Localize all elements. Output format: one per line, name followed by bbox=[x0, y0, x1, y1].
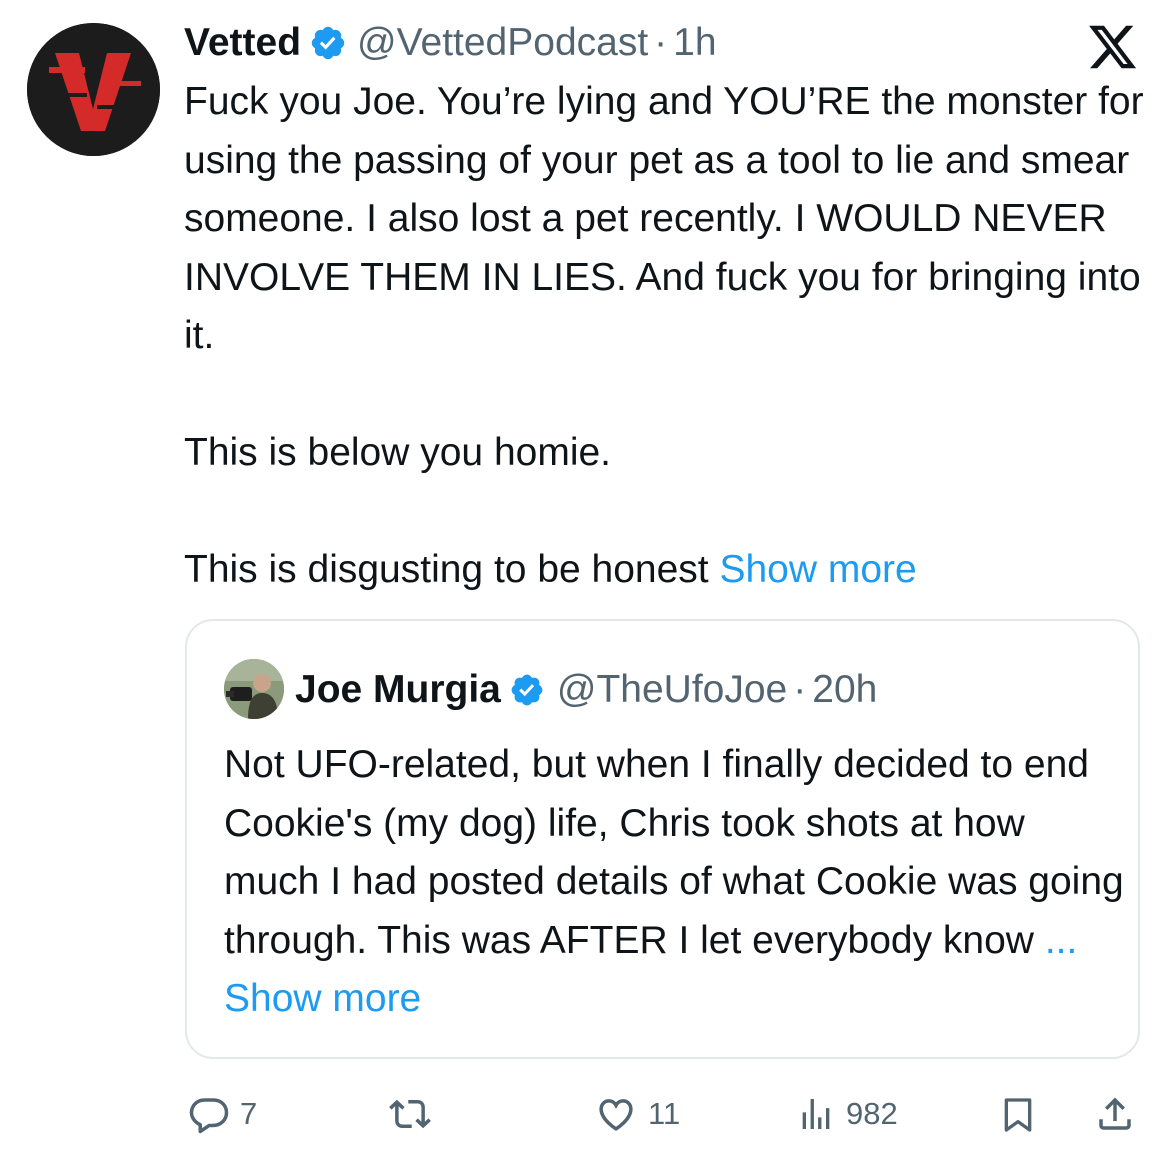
author-name[interactable]: Vetted bbox=[184, 18, 301, 68]
view-count: 982 bbox=[846, 1096, 898, 1131]
reply-button[interactable]: 7 bbox=[188, 1093, 257, 1135]
like-button[interactable]: 11 bbox=[594, 1093, 680, 1135]
quoted-header: Joe Murgia @TheUfoJoe · 20h bbox=[295, 665, 877, 715]
share-icon bbox=[1099, 1097, 1131, 1130]
quoted-show-more-link[interactable]: Show more bbox=[224, 977, 421, 1020]
reply-icon bbox=[189, 1098, 229, 1134]
quoted-ellipsis: ... bbox=[1044, 918, 1078, 962]
timestamp[interactable]: 1h bbox=[673, 18, 716, 68]
tweet-header: Vetted @VettedPodcast · 1h bbox=[184, 18, 717, 68]
bookmark-button[interactable] bbox=[998, 1093, 1038, 1137]
tweet-paragraph: This is below you homie. bbox=[184, 431, 612, 474]
quoted-tweet[interactable]: Joe Murgia @TheUfoJoe · 20h Not UFO-rela… bbox=[185, 619, 1140, 1059]
tweet-paragraph-last: This is disgusting to be honest Show mor… bbox=[184, 541, 1144, 600]
quoted-body: Not UFO-related, but when I finally deci… bbox=[224, 736, 1124, 1029]
author-handle[interactable]: @VettedPodcast bbox=[357, 18, 648, 68]
separator-dot: · bbox=[654, 21, 668, 64]
x-logo-icon[interactable] bbox=[1085, 23, 1140, 71]
action-bar: 7 11 982 bbox=[0, 1085, 1170, 1145]
quoted-author-avatar[interactable] bbox=[224, 659, 284, 719]
author-avatar[interactable] bbox=[27, 23, 160, 156]
quoted-timestamp[interactable]: 20h bbox=[812, 665, 877, 715]
tweet-paragraph: This is disgusting to be honest bbox=[184, 548, 709, 591]
views-icon bbox=[802, 1099, 830, 1129]
like-count: 11 bbox=[648, 1096, 681, 1131]
quoted-author-name[interactable]: Joe Murgia bbox=[295, 665, 501, 715]
separator-dot: · bbox=[793, 668, 807, 711]
show-more-link[interactable]: Show more bbox=[719, 548, 916, 591]
bookmark-icon bbox=[1004, 1098, 1032, 1132]
tweet-paragraph: Fuck you Joe. You’re lying and YOU’RE th… bbox=[184, 80, 1144, 357]
verified-badge-icon bbox=[311, 26, 345, 60]
quoted-body-text: Not UFO-related, but when I finally deci… bbox=[224, 743, 1124, 962]
share-button[interactable] bbox=[1094, 1091, 1136, 1137]
vetted-logo-icon bbox=[27, 23, 160, 156]
repost-icon bbox=[389, 1099, 431, 1129]
repost-button[interactable] bbox=[386, 1093, 444, 1135]
verified-badge-icon bbox=[511, 674, 543, 706]
reply-count: 7 bbox=[240, 1096, 258, 1131]
tweet-body: Fuck you Joe. You’re lying and YOU’RE th… bbox=[184, 73, 1144, 600]
like-icon bbox=[599, 1099, 633, 1131]
avatar-photo-icon bbox=[224, 659, 284, 719]
views-button[interactable]: 982 bbox=[796, 1093, 898, 1135]
quoted-author-handle[interactable]: @TheUfoJoe bbox=[557, 665, 787, 715]
